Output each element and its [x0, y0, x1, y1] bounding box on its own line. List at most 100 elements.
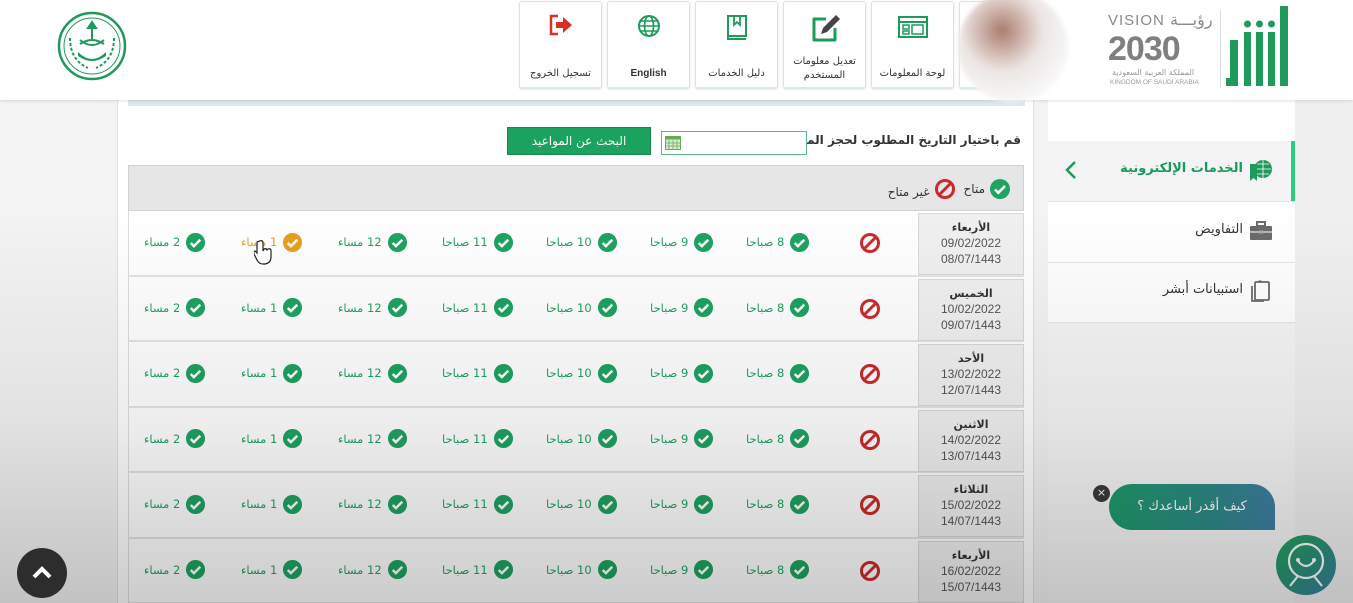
dashboard-button[interactable]: لوحة المعلومات — [871, 1, 954, 89]
time-slot[interactable]: 12 مساء — [338, 297, 408, 319]
vision-ar-text: رؤيـــة — [1170, 10, 1213, 29]
time-slot[interactable]: 11 صباحا — [442, 559, 514, 581]
time-slot[interactable]: 1 مساء — [241, 297, 303, 319]
english-language-button[interactable]: English — [607, 1, 690, 89]
time-slot[interactable]: 9 صباحا — [650, 297, 714, 319]
time-slot[interactable]: 10 صباحا — [546, 297, 618, 319]
day-name: الخميس — [949, 286, 993, 300]
chatbot-button[interactable] — [1276, 535, 1336, 595]
time-slot[interactable]: 2 مساء — [144, 428, 206, 450]
time-slot-label: 8 صباحا — [746, 431, 785, 446]
time-slot[interactable]: 1 مساء — [241, 493, 303, 515]
time-slot-label: 9 صباحا — [650, 235, 689, 249]
time-slot[interactable]: 12 مساء — [338, 428, 408, 450]
time-slot-label: 12 مساء — [338, 300, 382, 315]
time-slot[interactable]: 12 مساء — [338, 362, 408, 384]
vision-text: VISION — [1108, 12, 1165, 29]
ksa-ar-text: المملكة العربية السعودية — [1112, 68, 1195, 77]
time-slot[interactable]: 10 صباحا — [546, 559, 618, 581]
services-guide-button[interactable]: دليل الخدمات — [695, 1, 778, 89]
time-slot[interactable]: 12 مساء — [338, 493, 408, 515]
day-cell: الثلاثاء 15/02/2022 14/07/1443 — [918, 475, 1024, 537]
time-slot[interactable]: 1 مساء — [241, 362, 303, 384]
time-slot[interactable]: 12 مساء — [338, 559, 408, 581]
time-slot[interactable]: 2 مساء — [144, 559, 206, 581]
check-circle-icon — [694, 363, 714, 383]
check-circle-icon — [790, 363, 810, 383]
check-circle-icon — [597, 494, 617, 514]
time-slot-label: 8 صباحا — [746, 235, 785, 249]
gregorian-date: 14/02/2022 — [940, 432, 1002, 447]
search-appointments-button[interactable]: البحث عن المواعيد — [507, 127, 651, 155]
check-circle-icon — [387, 494, 407, 514]
logo-divider — [1220, 10, 1221, 88]
english-label: English — [630, 68, 667, 79]
time-slot-label: 8 صباحا — [746, 562, 785, 577]
time-slot[interactable]: 9 صباحا — [650, 428, 714, 450]
check-circle-icon — [790, 559, 810, 580]
time-slot[interactable]: 11 صباحا — [442, 428, 514, 450]
time-slot-label: 11 صباحا — [442, 431, 488, 446]
logout-label: تسجيل الخروج — [529, 68, 591, 79]
time-slot[interactable]: 8 صباحا — [746, 231, 810, 253]
time-slot[interactable]: 1 مساء — [241, 559, 303, 581]
sidebar-item-label: التفاويض — [1195, 222, 1243, 237]
time-slot[interactable]: 9 صباحا — [650, 493, 714, 515]
time-slot[interactable]: 11 صباحا — [442, 297, 514, 319]
time-slot[interactable]: 10 صباحا — [546, 362, 618, 384]
time-slot[interactable]: 11 صباحا — [442, 493, 514, 515]
time-slot-label: 12 مساء — [338, 431, 382, 446]
ban-icon — [860, 233, 880, 253]
time-slot-label: 12 مساء — [338, 235, 382, 249]
check-circle-icon — [790, 297, 810, 318]
time-slot-label: 1 مساء — [241, 497, 278, 511]
check-circle-icon — [283, 559, 303, 580]
time-slot[interactable]: 10 صباحا — [546, 231, 618, 253]
time-slot-label: 10 صباحا — [546, 300, 592, 315]
time-slot[interactable]: 11 صباحا — [442, 231, 514, 253]
time-slot[interactable]: 8 صباحا — [746, 297, 810, 319]
time-slot-label: 12 مساء — [338, 562, 382, 577]
gregorian-date: 15/02/2022 — [940, 498, 1002, 512]
availability-legend: متاح غير متاح — [888, 178, 1011, 200]
check-circle-icon — [597, 363, 617, 383]
time-slot[interactable]: 8 صباحا — [746, 493, 810, 515]
time-slot[interactable]: 12 مساء — [338, 231, 408, 253]
time-slot[interactable]: 8 صباحا — [746, 559, 810, 581]
sidebar-item-delegations[interactable]: التفاويض — [1048, 202, 1295, 262]
time-slot[interactable]: 2 مساء — [144, 297, 206, 319]
e-services-icon — [1250, 160, 1272, 181]
calendar-icon[interactable] — [665, 136, 681, 150]
chatbot-icon — [1287, 542, 1325, 587]
time-slot[interactable]: 10 صباحا — [546, 428, 618, 450]
time-slot[interactable]: 2 مساء — [144, 231, 206, 253]
time-slot[interactable]: 9 صباحا — [650, 362, 714, 384]
time-slot[interactable]: 11 صباحا — [442, 362, 514, 384]
day-name: الثلاثاء — [953, 483, 989, 496]
date-input[interactable] — [661, 131, 807, 155]
time-slot[interactable]: 2 مساء — [144, 493, 206, 515]
time-slot[interactable]: 9 صباحا — [650, 559, 714, 581]
logout-button[interactable]: تسجيل الخروج — [519, 1, 602, 89]
check-circle-icon — [493, 494, 513, 514]
edit-user-info-button[interactable]: تعديل معلومات المستخدم — [783, 1, 866, 89]
chevron-up-icon — [32, 566, 52, 579]
chat-prompt-bubble[interactable]: كيف أقدر أساعدك ؟ — [1109, 484, 1275, 530]
time-slot-label: 11 صباحا — [442, 562, 488, 577]
time-slot-label: 2 مساء — [144, 300, 181, 315]
chevron-left-icon[interactable] — [1064, 160, 1078, 180]
time-slot[interactable]: 8 صباحا — [746, 362, 810, 384]
time-slot[interactable]: 2 مساء — [144, 362, 206, 384]
sidebar-item-e-services[interactable]: الخدمات الإلكترونية — [1048, 141, 1295, 201]
appointment-panel: قم باختيار التاريخ المطلوب لحجز الموعد :… — [117, 100, 1034, 603]
ban-icon — [934, 179, 955, 199]
time-slot[interactable]: 9 صباحا — [650, 231, 714, 253]
user-avatar[interactable] — [958, 0, 1068, 102]
hijri-date: 14/07/1443 — [940, 514, 1002, 528]
chat-close-button[interactable]: × — [1093, 485, 1110, 502]
scroll-to-top-button[interactable] — [17, 548, 67, 598]
time-slot[interactable]: 1 مساء — [241, 428, 303, 450]
time-slot[interactable]: 10 صباحا — [546, 493, 618, 515]
time-slot[interactable]: 8 صباحا — [746, 428, 810, 450]
sidebar-item-absher-surveys[interactable]: استبيانات أبشر — [1048, 262, 1295, 322]
